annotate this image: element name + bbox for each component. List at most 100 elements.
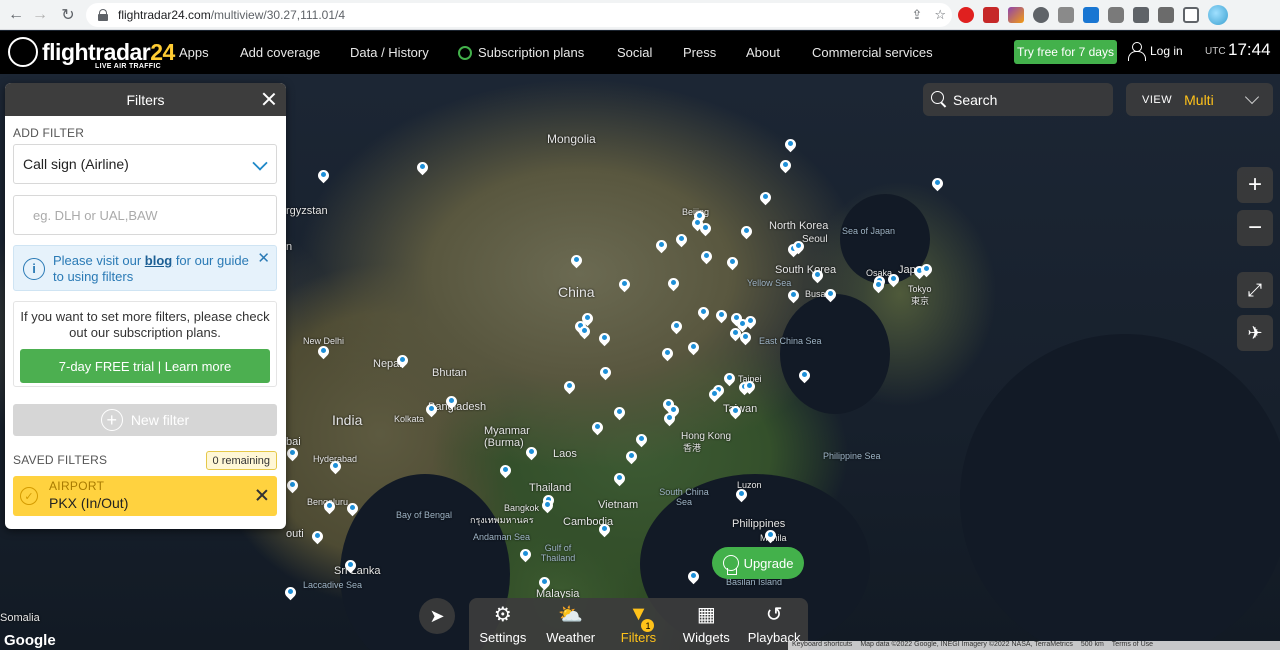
settings-button[interactable]: ⚙ Settings xyxy=(473,602,533,646)
search-button[interactable]: Search xyxy=(923,83,1113,116)
airport-pin[interactable] xyxy=(688,571,699,585)
blog-link[interactable]: blog xyxy=(145,253,172,268)
filters-button[interactable]: ▼ 1 Filters xyxy=(608,602,668,646)
widgets-button[interactable]: ▦ Widgets xyxy=(676,602,736,646)
camera-extension-icon[interactable] xyxy=(1108,7,1124,23)
airport-pin[interactable] xyxy=(921,264,932,278)
nav-data-history[interactable]: Data / History xyxy=(350,45,429,60)
flightradar24-logo[interactable]: flightradar24 LIVE AIR TRAFFIC xyxy=(8,35,175,73)
airport-pin[interactable] xyxy=(318,346,329,360)
airport-pin[interactable] xyxy=(888,274,899,288)
airport-pin[interactable] xyxy=(318,170,329,184)
airport-pin[interactable] xyxy=(285,587,296,601)
airport-pin[interactable] xyxy=(417,162,428,176)
airport-pin[interactable] xyxy=(688,342,699,356)
terms-link[interactable]: Terms of Use xyxy=(1112,641,1153,650)
airport-pin[interactable] xyxy=(526,447,537,461)
airport-pin[interactable] xyxy=(825,289,836,303)
zoom-in-button[interactable]: + xyxy=(1237,167,1273,203)
airport-pin[interactable] xyxy=(760,192,771,206)
airport-pin[interactable] xyxy=(330,461,341,475)
share-icon[interactable]: ⇪ xyxy=(911,7,922,23)
airport-pin[interactable] xyxy=(345,560,356,574)
nav-subscription-plans[interactable]: Subscription plans xyxy=(458,45,584,60)
extension-grid-icon[interactable] xyxy=(1058,7,1074,23)
airport-pin[interactable] xyxy=(599,333,610,347)
airport-pin[interactable] xyxy=(614,407,625,421)
airport-pin[interactable] xyxy=(788,290,799,304)
airport-pin[interactable] xyxy=(619,279,630,293)
nav-social[interactable]: Social xyxy=(617,45,652,60)
airport-pin[interactable] xyxy=(780,160,791,174)
airport-pin[interactable] xyxy=(793,241,804,255)
puzzle-extensions-icon[interactable] xyxy=(1133,7,1149,23)
airport-pin[interactable] xyxy=(701,251,712,265)
try-free-button[interactable]: Try free for 7 days xyxy=(1014,40,1117,64)
airport-pin[interactable] xyxy=(671,321,682,335)
close-icon[interactable] xyxy=(261,91,277,107)
airport-pin[interactable] xyxy=(287,480,298,494)
view-selector[interactable]: VIEW Multi xyxy=(1126,83,1273,116)
airport-pin[interactable] xyxy=(599,524,610,538)
saved-filter-item[interactable]: ✓ AIRPORT PKX (In/Out) xyxy=(13,476,277,516)
airport-pin[interactable] xyxy=(727,257,738,271)
extension-grammar-icon[interactable] xyxy=(1033,7,1049,23)
nav-press[interactable]: Press xyxy=(683,45,716,60)
airport-pin[interactable] xyxy=(592,422,603,436)
airport-pin[interactable] xyxy=(626,451,637,465)
airport-pin[interactable] xyxy=(730,406,741,420)
airport-pin[interactable] xyxy=(709,389,720,403)
airport-pin[interactable] xyxy=(668,278,679,292)
login-button[interactable]: Log in xyxy=(1128,42,1183,61)
airport-pin[interactable] xyxy=(662,348,673,362)
reading-list-icon[interactable] xyxy=(1158,7,1174,23)
address-bar[interactable]: flightradar24.com/multiview/30.27,111.01… xyxy=(86,3,952,27)
airport-pin[interactable] xyxy=(397,355,408,369)
airport-pin[interactable] xyxy=(741,226,752,240)
aircraft-button[interactable]: ✈ xyxy=(1237,315,1273,351)
airport-pin[interactable] xyxy=(614,473,625,487)
free-trial-button[interactable]: 7-day FREE trial | Learn more xyxy=(20,349,270,383)
opera-extension-icon[interactable] xyxy=(958,7,974,23)
filter-type-select[interactable]: Call sign (Airline) xyxy=(13,144,277,184)
reload-icon[interactable]: ↻ xyxy=(54,1,82,29)
info-close-icon[interactable]: ✕ xyxy=(257,251,270,267)
airport-pin[interactable] xyxy=(799,370,810,384)
keyboard-shortcuts-link[interactable]: Keyboard shortcuts xyxy=(792,641,852,650)
airport-pin[interactable] xyxy=(676,234,687,248)
airport-pin[interactable] xyxy=(716,310,727,324)
airport-pin[interactable] xyxy=(571,255,582,269)
extension-s-icon[interactable] xyxy=(1083,7,1099,23)
airport-pin[interactable] xyxy=(500,465,511,479)
airport-pin[interactable] xyxy=(446,396,457,410)
airport-pin[interactable] xyxy=(698,307,709,321)
airport-pin[interactable] xyxy=(724,373,735,387)
airport-pin[interactable] xyxy=(312,531,323,545)
weather-button[interactable]: ⛅ Weather xyxy=(541,602,601,646)
airport-pin[interactable] xyxy=(520,549,531,563)
upgrade-button[interactable]: Upgrade xyxy=(712,547,804,579)
airport-pin[interactable] xyxy=(579,326,590,340)
playback-button[interactable]: ↺ Playback xyxy=(744,602,804,646)
new-filter-button[interactable]: + New filter xyxy=(13,404,277,436)
my-location-button[interactable]: ➤ xyxy=(419,598,455,634)
airport-pin[interactable] xyxy=(542,500,553,514)
airport-pin[interactable] xyxy=(636,434,647,448)
airport-pin[interactable] xyxy=(564,381,575,395)
extension-pen-icon[interactable] xyxy=(1008,7,1024,23)
airport-pin[interactable] xyxy=(740,332,751,346)
airport-pin[interactable] xyxy=(324,501,335,515)
airport-pin[interactable] xyxy=(765,530,776,544)
fullscreen-button[interactable]: ⤢ xyxy=(1237,272,1273,308)
airport-pin[interactable] xyxy=(745,316,756,330)
airport-pin[interactable] xyxy=(785,139,796,153)
airport-pin[interactable] xyxy=(656,240,667,254)
side-panel-icon[interactable] xyxy=(1183,7,1199,23)
airport-pin[interactable] xyxy=(744,381,755,395)
forward-icon[interactable]: → xyxy=(26,1,54,29)
airport-pin[interactable] xyxy=(347,503,358,517)
airport-pin[interactable] xyxy=(664,413,675,427)
zoom-out-button[interactable]: − xyxy=(1237,210,1273,246)
check-icon[interactable]: ✓ xyxy=(20,487,38,505)
nav-about[interactable]: About xyxy=(746,45,780,60)
